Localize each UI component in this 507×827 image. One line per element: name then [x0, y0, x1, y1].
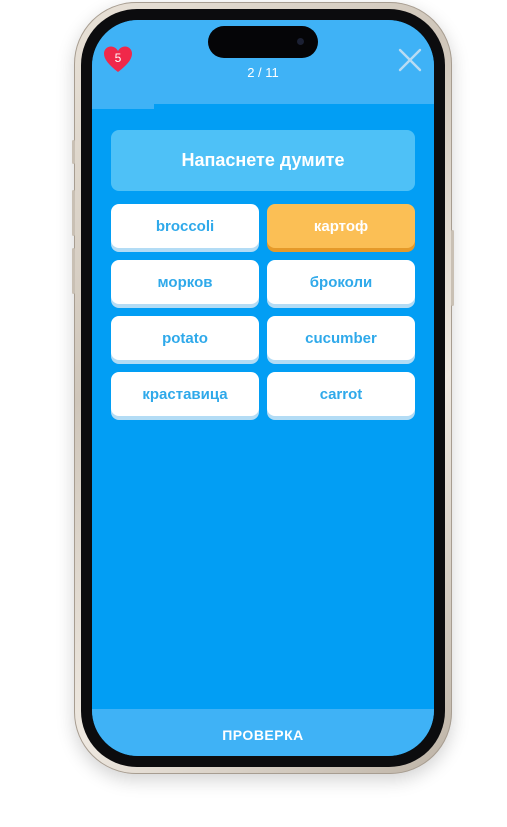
check-button[interactable]: ПРОВЕРКА — [92, 709, 434, 756]
word-tile[interactable]: броколи — [267, 260, 415, 304]
app-screen: 5 2 / 11 Напаснете думите broccoli карто… — [92, 20, 434, 756]
phone-volume-up-button — [72, 190, 75, 236]
front-camera — [297, 38, 304, 45]
phone-power-button — [451, 230, 454, 306]
word-tile[interactable]: cucumber — [267, 316, 415, 360]
instruction-text: Напаснете думите — [181, 150, 345, 170]
word-tile[interactable]: broccoli — [111, 204, 259, 248]
instruction-card: Напаснете думите — [111, 130, 415, 191]
close-icon — [398, 48, 422, 72]
question-progress: 2 / 11 — [247, 65, 279, 80]
phone-action-button — [72, 140, 75, 164]
progress-bar-fill — [92, 104, 154, 109]
dynamic-island — [208, 26, 318, 58]
word-tile[interactable]: краставица — [111, 372, 259, 416]
word-tile[interactable]: картоф — [267, 204, 415, 248]
word-tile[interactable]: морков — [111, 260, 259, 304]
close-button[interactable] — [398, 48, 422, 72]
lives-count: 5 — [114, 51, 122, 65]
progress-bar — [92, 104, 434, 109]
phone-volume-down-button — [72, 248, 75, 294]
word-tile[interactable]: carrot — [267, 372, 415, 416]
word-grid: broccoli картоф морков броколи potato cu… — [111, 204, 415, 416]
check-button-label: ПРОВЕРКА — [222, 727, 304, 743]
lives-indicator: 5 — [103, 45, 133, 73]
word-tile[interactable]: potato — [111, 316, 259, 360]
